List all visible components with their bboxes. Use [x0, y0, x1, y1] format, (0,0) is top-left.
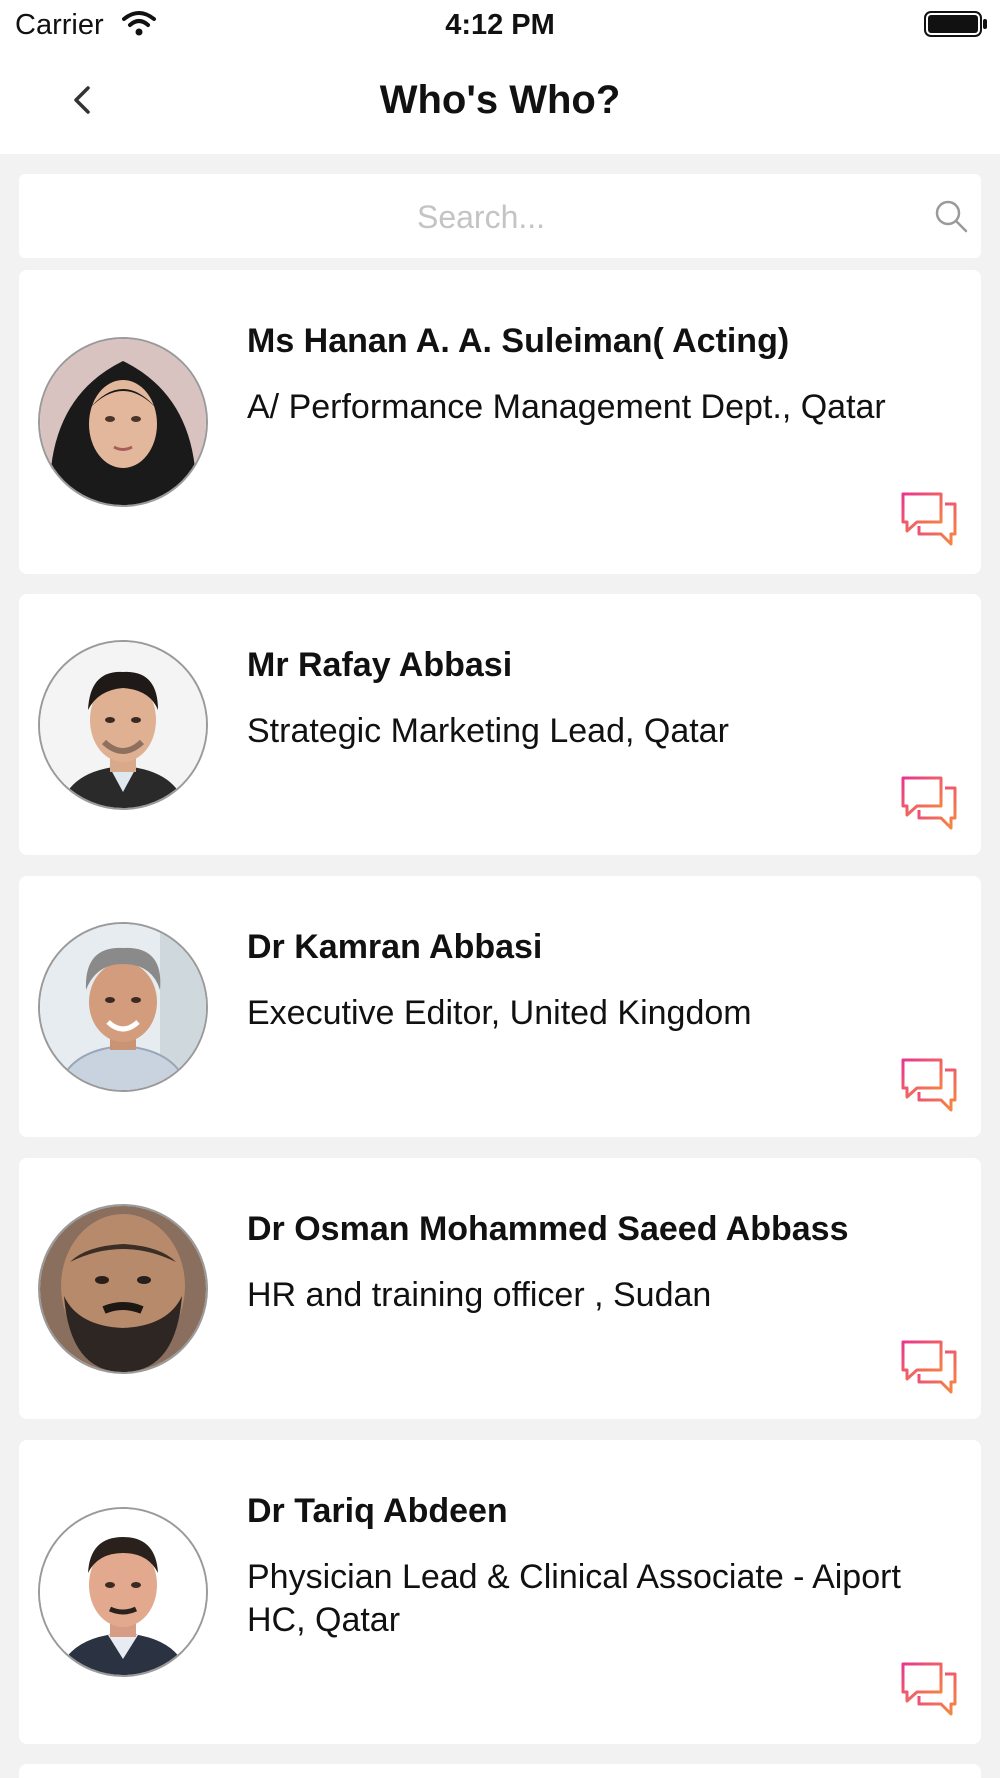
avatar-photo: [40, 1206, 206, 1372]
person-title: A/ Performance Management Dept., Qatar: [247, 388, 886, 426]
avatar-photo: [40, 339, 206, 505]
person-card[interactable]: Dr Osman Mohammed Saeed Abbass HR and tr…: [19, 1158, 981, 1419]
chat-bubbles-icon[interactable]: [899, 490, 959, 548]
avatar: [38, 640, 208, 810]
avatar-photo: [40, 642, 206, 808]
person-card[interactable]: Ms Hanan A. A. Suleiman( Acting) A/ Perf…: [19, 270, 981, 574]
chat-bubbles-icon[interactable]: [899, 774, 959, 832]
chat-bubbles-icon[interactable]: [899, 1056, 959, 1114]
avatar: [38, 922, 208, 1092]
search-bar: [19, 174, 981, 260]
chat-bubbles-icon[interactable]: [899, 1660, 959, 1718]
person-card[interactable]: Dr Tariq Abdeen Physician Lead & Clinica…: [19, 1440, 981, 1744]
person-title: Strategic Marketing Lead, Qatar: [247, 712, 729, 750]
person-name: Dr Tariq Abdeen: [247, 1492, 508, 1530]
person-name: Dr Osman Mohammed Saeed Abbass: [247, 1210, 849, 1248]
person-title: Executive Editor, United Kingdom: [247, 994, 752, 1032]
person-name: Mr Rafay Abbasi: [247, 646, 513, 684]
battery-icon: [924, 11, 987, 37]
chat-bubbles-icon[interactable]: [899, 1338, 959, 1396]
avatar: [38, 1507, 208, 1677]
avatar-photo: [40, 924, 206, 1090]
status-time: 4:12 PM: [445, 9, 555, 41]
search-input[interactable]: [79, 174, 883, 260]
person-name: Dr Kamran Abbasi: [247, 928, 543, 966]
person-name: Ms Hanan A. A. Suleiman( Acting): [247, 322, 790, 360]
person-card[interactable]: [19, 1764, 981, 1778]
search-icon[interactable]: [933, 198, 969, 234]
nav-bar: Who's Who?: [0, 50, 1000, 154]
person-title: Physician Lead & Clinical Associate - Ai…: [247, 1558, 901, 1639]
avatar: [38, 1204, 208, 1374]
person-title: HR and training officer , Sudan: [247, 1276, 712, 1314]
page-title: Who's Who?: [379, 78, 621, 122]
person-card[interactable]: Dr Kamran Abbasi Executive Editor, Unite…: [19, 876, 981, 1137]
status-bar: Carrier 4:12 PM: [0, 0, 1000, 50]
avatar-photo: [40, 1509, 206, 1675]
person-card[interactable]: Mr Rafay Abbasi Strategic Marketing Lead…: [19, 594, 981, 855]
avatar: [38, 337, 208, 507]
